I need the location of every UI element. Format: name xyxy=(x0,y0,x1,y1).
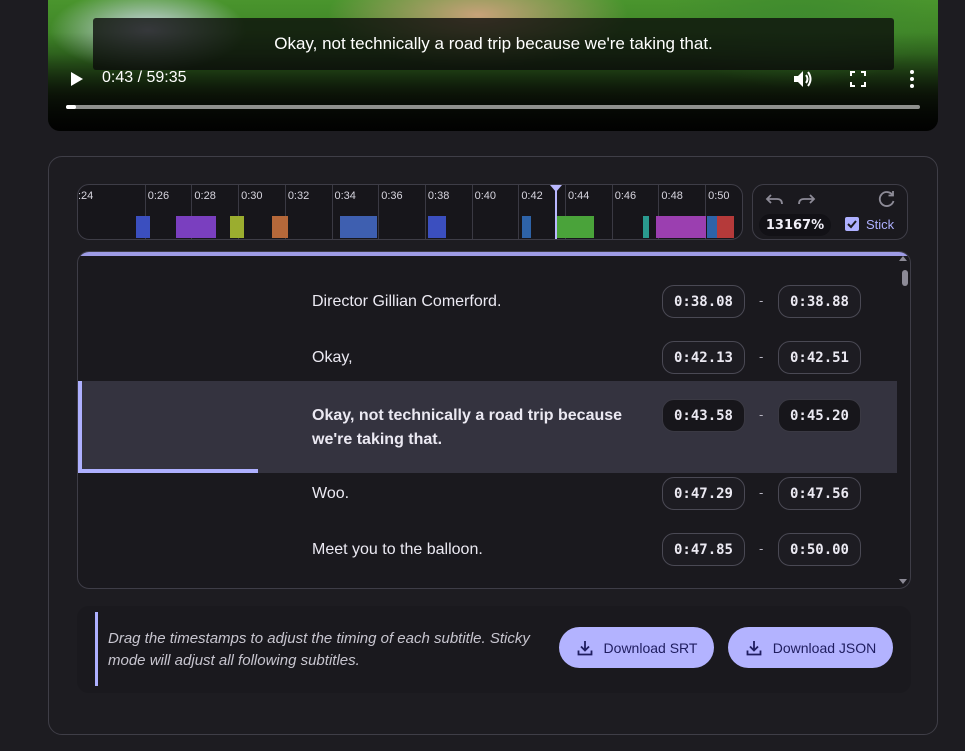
timeline-tick-label: 0:34 xyxy=(334,190,356,202)
start-timestamp[interactable]: 0:47.29 xyxy=(662,477,745,510)
video-caption: Okay, not technically a road trip becaus… xyxy=(93,18,894,70)
timeline-segment[interactable] xyxy=(229,216,244,238)
timeline-segment[interactable] xyxy=(136,216,151,238)
start-timestamp[interactable]: 0:42.13 xyxy=(662,341,745,374)
timeline-tick xyxy=(378,185,380,239)
timeline-segment[interactable] xyxy=(522,216,532,238)
download-srt-button[interactable]: Download SRT xyxy=(559,627,714,668)
timeline-tick xyxy=(331,185,333,239)
footer-accent-bar xyxy=(95,612,98,686)
start-timestamp[interactable]: 0:43.58 xyxy=(662,399,745,432)
start-timestamp[interactable]: 0:47.85 xyxy=(662,533,745,566)
redo-icon[interactable] xyxy=(796,191,816,209)
timeline-tick-label: :24 xyxy=(78,190,94,202)
timeline-controls: 13167% Stick xyxy=(752,184,908,240)
timeline-tick xyxy=(471,185,473,239)
timeline-tick-label: 0:40 xyxy=(474,190,497,202)
scroll-down-arrow[interactable] xyxy=(899,579,907,584)
subtitle-row[interactable]: Meet you to the balloon. 0:47.85-0:50.00 xyxy=(78,522,897,578)
active-row-indicator xyxy=(78,381,82,473)
timeline-tick xyxy=(611,185,613,239)
timeline-tick-label: 0:38 xyxy=(427,190,450,202)
timeline-tick-label: 0:48 xyxy=(661,190,683,202)
timeline-tick-label: 0:42 xyxy=(521,190,543,202)
subtitle-list[interactable]: Somewhere Director Gillian Comerford.0:3… xyxy=(77,251,911,589)
timeline-segment[interactable] xyxy=(176,216,216,238)
timeline-tick-label: 0:44 xyxy=(568,190,590,202)
timeline-segment[interactable] xyxy=(655,216,707,238)
timestamp-separator: - xyxy=(759,407,764,422)
timeline-tick-label: 0:26 xyxy=(147,190,170,202)
end-timestamp[interactable]: 0:47.56 xyxy=(778,477,861,510)
start-timestamp[interactable]: 0:38.08 xyxy=(662,285,745,318)
subtitle-text: Okay, not technically a road trip becaus… xyxy=(312,407,623,448)
end-timestamp[interactable]: 0:42.51 xyxy=(778,341,861,374)
download-json-label: Download JSON xyxy=(772,639,877,656)
timestamp-separator: - xyxy=(759,485,764,500)
undo-icon[interactable] xyxy=(765,191,785,209)
playhead-marker-icon[interactable] xyxy=(550,185,563,192)
subtitle-text: Director Gillian Comerford. xyxy=(312,293,502,310)
play-icon[interactable] xyxy=(68,69,86,89)
subtitle-row[interactable]: Director Gillian Comerford. 0:38.08-0:38.… xyxy=(78,274,897,330)
time-readout: 0:43 / 59:35 xyxy=(102,69,187,86)
timestamp-separator: - xyxy=(759,293,764,308)
subtitle-text: Meet you to the balloon. xyxy=(312,541,483,558)
timeline-tick xyxy=(518,185,520,239)
timeline-segment[interactable] xyxy=(556,216,595,238)
subtitle-text: Woo. xyxy=(312,485,350,502)
end-timestamp[interactable]: 0:38.88 xyxy=(778,285,861,318)
timeline-tick xyxy=(424,185,426,239)
stick-checkbox[interactable] xyxy=(845,217,859,231)
timeline[interactable]: :24 0:26 0:28 0:30 0:32 0:34 0:36 0:38 0:40 0:42 0… xyxy=(77,184,743,240)
timeline-tick-label: 0:28 xyxy=(194,190,216,202)
volume-icon[interactable] xyxy=(792,68,816,90)
scroll-thumb[interactable] xyxy=(902,270,908,286)
video-progress-bar[interactable] xyxy=(66,105,920,109)
stick-label: Stick xyxy=(866,217,895,232)
end-timestamp[interactable]: 0:50.00 xyxy=(778,533,861,566)
video-controls: 0:43 / 59:35 xyxy=(48,64,938,94)
timeline-tick-label: 0:30 xyxy=(241,190,263,202)
subtitle-editor-panel: :24 0:26 0:28 0:30 0:32 0:34 0:36 0:38 0:40 0:42 0… xyxy=(48,156,938,735)
download-icon xyxy=(746,640,762,655)
fullscreen-icon[interactable] xyxy=(848,69,868,89)
timeline-tick-label: 0:50 xyxy=(708,190,730,202)
timeline-tick-label: 0:46 xyxy=(614,190,637,202)
subtitle-text: Okay, xyxy=(312,349,353,366)
footer: Drag the timestamps to adjust the timing… xyxy=(77,606,911,693)
list-top-accent xyxy=(78,252,910,256)
timeline-segment[interactable] xyxy=(707,216,717,238)
timeline-playhead[interactable] xyxy=(555,185,558,239)
more-vert-icon[interactable] xyxy=(902,68,922,90)
video-player[interactable]: Okay, not technically a road trip becaus… xyxy=(48,0,938,131)
scroll-up-arrow[interactable] xyxy=(899,256,907,261)
hint-text: Drag the timestamps to adjust the timing… xyxy=(108,630,530,669)
timeline-segment[interactable] xyxy=(716,216,735,238)
end-timestamp[interactable]: 0:45.20 xyxy=(778,399,861,432)
timestamp-separator: - xyxy=(759,541,764,556)
timeline-segment[interactable] xyxy=(271,216,289,238)
timeline-segment[interactable] xyxy=(339,216,377,238)
timestamp-separator: - xyxy=(759,349,764,364)
subtitle-row[interactable]: Okay, not technically a road trip becaus… xyxy=(78,381,897,473)
zoom-level: 13167% xyxy=(759,214,831,236)
subtitle-row[interactable]: Woo. 0:47.29-0:47.56 xyxy=(78,472,897,528)
refresh-icon[interactable] xyxy=(877,190,897,208)
subtitle-row[interactable]: Okay, 0:42.13-0:42.51 xyxy=(78,330,897,385)
timeline-segment[interactable] xyxy=(642,216,650,238)
download-json-button[interactable]: Download JSON xyxy=(728,627,893,668)
video-progress-fill xyxy=(66,105,77,109)
timeline-tick-label: 0:32 xyxy=(287,190,310,202)
list-scrollbar[interactable] xyxy=(902,270,908,570)
timeline-tick-label: 0:36 xyxy=(381,190,403,202)
download-srt-label: Download SRT xyxy=(603,639,698,656)
download-icon xyxy=(577,640,592,655)
timeline-segment[interactable] xyxy=(427,216,447,238)
check-icon xyxy=(847,220,857,229)
